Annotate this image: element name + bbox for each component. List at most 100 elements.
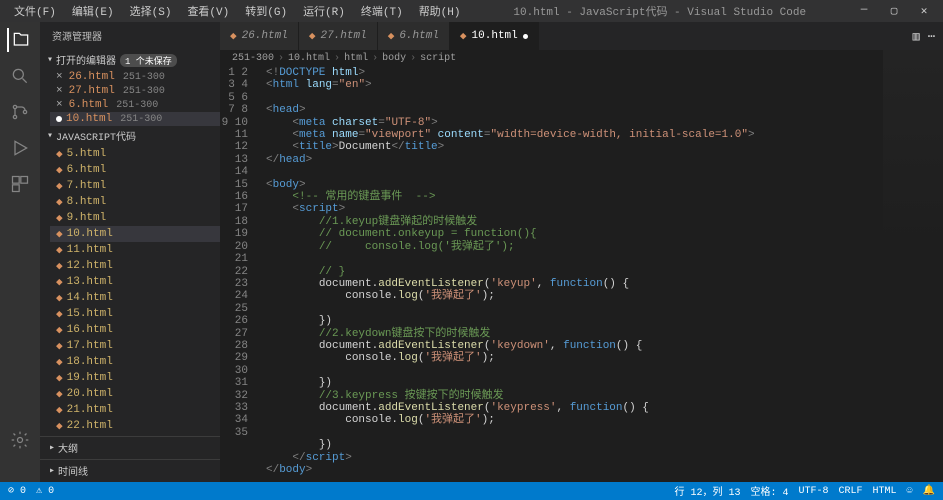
project-header[interactable]: ▾ JAVASCRIPT代码: [40, 126, 220, 146]
tab-label: 26.html: [242, 30, 288, 42]
open-editor-item[interactable]: 10.html251-300: [50, 112, 220, 126]
status-errors[interactable]: ⊘ 0: [8, 485, 26, 497]
breadcrumb-item[interactable]: body: [382, 53, 406, 64]
file-name: 6.html: [69, 99, 109, 111]
timeline-label: 时间线: [58, 463, 88, 479]
editor-area: ◆26.html◆27.html ◆ 6.html ◆10.html ▥ ⋯ 251-…: [220, 22, 943, 482]
file-icon: ◆: [56, 371, 63, 385]
breadcrumbs[interactable]: 251-300›10.html›html›body›script: [220, 50, 943, 67]
status-feedback-icon[interactable]: ☺: [907, 486, 913, 497]
file-item[interactable]: ◆15.html: [50, 306, 220, 322]
file-item[interactable]: ◆22.html: [50, 418, 220, 434]
open-editor-item[interactable]: × 6.html 251-300: [50, 98, 220, 112]
open-editor-item[interactable]: ×27.html251-300: [50, 84, 220, 98]
menu-item[interactable]: 编辑(E): [66, 1, 120, 21]
editor-tab[interactable]: ◆ 6.html: [378, 22, 450, 50]
open-editors-header[interactable]: ▾ 打开的编辑器 1 个未保存: [40, 50, 220, 70]
minimize-button[interactable]: —: [853, 4, 875, 18]
debug-icon[interactable]: [8, 136, 32, 160]
file-item[interactable]: ◆19.html: [50, 370, 220, 386]
file-icon: ◆: [56, 243, 63, 257]
file-item[interactable]: ◆9.html: [50, 210, 220, 226]
close-icon[interactable]: ×: [56, 71, 63, 83]
menu-item[interactable]: 文件(F): [8, 1, 62, 21]
search-icon[interactable]: [8, 64, 32, 88]
file-item[interactable]: ◆17.html: [50, 338, 220, 354]
menu-item[interactable]: 选择(S): [124, 1, 178, 21]
file-path: 251-300: [123, 86, 165, 97]
split-editor-icon[interactable]: ▥: [913, 29, 920, 44]
chevron-right-icon: ▸: [46, 442, 58, 454]
chevron-right-icon: ›: [278, 53, 284, 64]
file-item[interactable]: ◆14.html: [50, 290, 220, 306]
source-control-icon[interactable]: [8, 100, 32, 124]
menu-item[interactable]: 查看(V): [181, 1, 235, 21]
breadcrumb-item[interactable]: 251-300: [232, 53, 274, 64]
breadcrumb-item[interactable]: script: [420, 53, 456, 64]
file-name: 22.html: [67, 420, 113, 432]
file-name: 20.html: [67, 388, 113, 400]
file-item[interactable]: ◆11.html: [50, 242, 220, 258]
explorer-icon[interactable]: [7, 28, 31, 52]
settings-gear-icon[interactable]: [8, 428, 32, 452]
status-eol[interactable]: CRLF: [839, 486, 863, 497]
close-button[interactable]: ✕: [913, 4, 935, 18]
breadcrumb-item[interactable]: 10.html: [288, 53, 330, 64]
file-item[interactable]: ◆8.html: [50, 194, 220, 210]
chevron-down-icon: ▾: [44, 130, 56, 142]
editor-body[interactable]: 1 2 3 4 5 6 7 8 9 10 11 12 13 14 15 16 1…: [220, 67, 943, 482]
status-line-col[interactable]: 行 12，列 13: [674, 483, 740, 499]
extensions-icon[interactable]: [8, 172, 32, 196]
menu-item[interactable]: 帮助(H): [413, 1, 467, 21]
file-item[interactable]: ◆7.html: [50, 178, 220, 194]
file-name: 26.html: [69, 71, 115, 83]
code-content[interactable]: <!DOCTYPE html> <html lang="en"> <head> …: [262, 67, 943, 482]
file-icon: ◆: [56, 211, 63, 225]
editor-tab[interactable]: ◆26.html: [220, 22, 299, 50]
status-spaces[interactable]: 空格: 4: [750, 483, 788, 499]
tab-label: 27.html: [320, 30, 366, 42]
open-editor-item[interactable]: ×26.html251-300: [50, 70, 220, 84]
file-item[interactable]: ◆12.html: [50, 258, 220, 274]
file-name: 7.html: [67, 180, 107, 192]
status-lang[interactable]: HTML: [873, 486, 897, 497]
html-file-icon: ◆: [388, 29, 395, 43]
file-icon: ◆: [56, 403, 63, 417]
more-icon[interactable]: ⋯: [928, 29, 935, 44]
timeline-section[interactable]: ▸时间线: [40, 459, 220, 482]
close-icon[interactable]: ×: [56, 85, 63, 97]
menu-item[interactable]: 运行(R): [297, 1, 351, 21]
open-editors-list: ×26.html251-300×27.html251-300×6.html251…: [40, 70, 220, 126]
maximize-button[interactable]: ▢: [883, 4, 905, 18]
status-warnings[interactable]: ⚠ 0: [36, 485, 54, 497]
menu-bar: 文件(F)编辑(E)选择(S)查看(V)转到(G)运行(R)终端(T)帮助(H): [8, 1, 467, 21]
file-icon: ◆: [56, 355, 63, 369]
menu-item[interactable]: 终端(T): [355, 1, 409, 21]
file-item[interactable]: ◆6.html: [50, 162, 220, 178]
editor-tab[interactable]: ◆27.html: [299, 22, 378, 50]
editor-tab[interactable]: ◆10.html: [450, 22, 539, 50]
file-item[interactable]: ◆13.html: [50, 274, 220, 290]
tab-label: 6.html: [399, 30, 439, 42]
file-icon: ◆: [56, 307, 63, 321]
menu-item[interactable]: 转到(G): [239, 1, 293, 21]
file-item[interactable]: ◆5.html: [50, 146, 220, 162]
modified-dot-icon: [56, 116, 62, 122]
file-name: 18.html: [67, 356, 113, 368]
minimap[interactable]: [883, 50, 943, 250]
file-path: 251-300: [116, 100, 158, 111]
file-name: 6.html: [67, 164, 107, 176]
file-name: 10.html: [66, 113, 112, 125]
breadcrumb-item[interactable]: html: [344, 53, 368, 64]
file-item[interactable]: ◆10.html: [50, 226, 220, 242]
file-item[interactable]: ◆21.html: [50, 402, 220, 418]
window-title: 10.html - JavaScript代码 - Visual Studio C…: [467, 3, 854, 19]
status-bell-icon[interactable]: 🔔: [923, 485, 935, 497]
file-icon: ◆: [56, 227, 63, 241]
file-item[interactable]: ◆ 18.html: [50, 354, 220, 370]
file-item[interactable]: ◆16.html: [50, 322, 220, 338]
status-encoding[interactable]: UTF-8: [798, 486, 828, 497]
file-item[interactable]: ◆20.html: [50, 386, 220, 402]
outline-section[interactable]: ▸大纲: [40, 436, 220, 459]
close-icon[interactable]: ×: [56, 99, 63, 111]
